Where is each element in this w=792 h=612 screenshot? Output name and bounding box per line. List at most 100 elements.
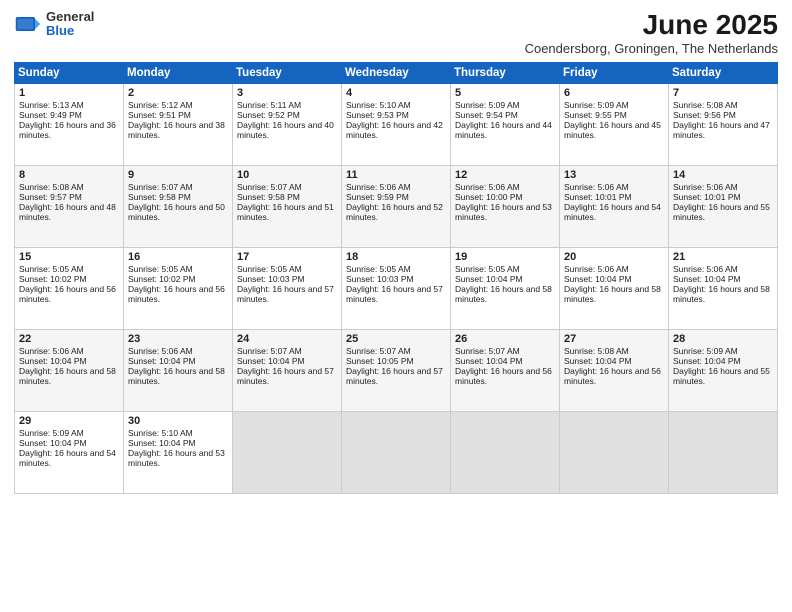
sunrise-text: Sunrise: 5:08 AM [673,100,738,110]
day-number: 23 [128,333,228,345]
day-number: 22 [19,333,119,345]
daylight-text: Daylight: 16 hours and 47 minutes. [673,120,770,140]
header: General Blue June 2025 Coendersborg, Gro… [14,10,778,56]
day-number: 10 [237,169,337,181]
sunrise-text: Sunrise: 5:05 AM [237,264,302,274]
daylight-text: Daylight: 16 hours and 42 minutes. [346,120,443,140]
sunrise-text: Sunrise: 5:09 AM [455,100,520,110]
daylight-text: Daylight: 16 hours and 56 minutes. [19,284,116,304]
day-number: 11 [346,169,446,181]
sunrise-text: Sunrise: 5:07 AM [237,346,302,356]
weekday-header-thursday: Thursday [451,62,560,83]
calendar-cell: 22Sunrise: 5:06 AMSunset: 10:04 PMDaylig… [15,329,124,411]
sunrise-text: Sunrise: 5:09 AM [19,428,84,438]
calendar-week-2: 8Sunrise: 5:08 AMSunset: 9:57 PMDaylight… [15,165,778,247]
calendar-cell: 23Sunrise: 5:06 AMSunset: 10:04 PMDaylig… [124,329,233,411]
sunset-text: Sunset: 9:55 PM [564,110,627,120]
sunset-text: Sunset: 10:02 PM [19,274,87,284]
calendar-cell: 1Sunrise: 5:13 AMSunset: 9:49 PMDaylight… [15,83,124,165]
calendar-cell: 10Sunrise: 5:07 AMSunset: 9:58 PMDayligh… [233,165,342,247]
sunrise-text: Sunrise: 5:06 AM [455,182,520,192]
daylight-text: Daylight: 16 hours and 38 minutes. [128,120,225,140]
day-number: 17 [237,251,337,263]
sunset-text: Sunset: 10:02 PM [128,274,196,284]
calendar-cell: 30Sunrise: 5:10 AMSunset: 10:04 PMDaylig… [124,411,233,493]
day-number: 7 [673,87,773,99]
daylight-text: Daylight: 16 hours and 58 minutes. [673,284,770,304]
daylight-text: Daylight: 16 hours and 58 minutes. [455,284,552,304]
sunrise-text: Sunrise: 5:07 AM [455,346,520,356]
logo: General Blue [14,10,94,39]
day-number: 21 [673,251,773,263]
sunset-text: Sunset: 9:56 PM [673,110,736,120]
sunset-text: Sunset: 10:04 PM [564,356,632,366]
daylight-text: Daylight: 16 hours and 54 minutes. [19,448,116,468]
day-number: 1 [19,87,119,99]
daylight-text: Daylight: 16 hours and 55 minutes. [673,366,770,386]
daylight-text: Daylight: 16 hours and 36 minutes. [19,120,116,140]
day-number: 6 [564,87,664,99]
sunset-text: Sunset: 9:58 PM [237,192,300,202]
sunrise-text: Sunrise: 5:12 AM [128,100,193,110]
sunset-text: Sunset: 10:01 PM [673,192,741,202]
title-block: June 2025 Coendersborg, Groningen, The N… [525,10,778,56]
calendar-table: SundayMondayTuesdayWednesdayThursdayFrid… [14,62,778,494]
calendar-week-4: 22Sunrise: 5:06 AMSunset: 10:04 PMDaylig… [15,329,778,411]
sunset-text: Sunset: 10:04 PM [128,438,196,448]
calendar-cell: 14Sunrise: 5:06 AMSunset: 10:01 PMDaylig… [669,165,778,247]
logo-general: General [46,10,94,24]
sunrise-text: Sunrise: 5:06 AM [673,264,738,274]
sunset-text: Sunset: 9:49 PM [19,110,82,120]
sunrise-text: Sunrise: 5:10 AM [128,428,193,438]
sunrise-text: Sunrise: 5:05 AM [346,264,411,274]
calendar-cell: 24Sunrise: 5:07 AMSunset: 10:04 PMDaylig… [233,329,342,411]
calendar-cell [560,411,669,493]
daylight-text: Daylight: 16 hours and 55 minutes. [673,202,770,222]
daylight-text: Daylight: 16 hours and 40 minutes. [237,120,334,140]
calendar-cell: 4Sunrise: 5:10 AMSunset: 9:53 PMDaylight… [342,83,451,165]
sunrise-text: Sunrise: 5:08 AM [564,346,629,356]
weekday-header-saturday: Saturday [669,62,778,83]
sunset-text: Sunset: 10:04 PM [19,438,87,448]
sunrise-text: Sunrise: 5:06 AM [564,182,629,192]
weekday-header-friday: Friday [560,62,669,83]
weekday-header-monday: Monday [124,62,233,83]
daylight-text: Daylight: 16 hours and 50 minutes. [128,202,225,222]
calendar-cell: 17Sunrise: 5:05 AMSunset: 10:03 PMDaylig… [233,247,342,329]
calendar-cell [342,411,451,493]
location-subtitle: Coendersborg, Groningen, The Netherlands [525,41,778,56]
daylight-text: Daylight: 16 hours and 57 minutes. [237,366,334,386]
sunrise-text: Sunrise: 5:06 AM [564,264,629,274]
daylight-text: Daylight: 16 hours and 58 minutes. [564,284,661,304]
calendar-cell: 27Sunrise: 5:08 AMSunset: 10:04 PMDaylig… [560,329,669,411]
daylight-text: Daylight: 16 hours and 54 minutes. [564,202,661,222]
day-number: 16 [128,251,228,263]
sunset-text: Sunset: 10:04 PM [673,274,741,284]
calendar-week-3: 15Sunrise: 5:05 AMSunset: 10:02 PMDaylig… [15,247,778,329]
sunset-text: Sunset: 10:01 PM [564,192,632,202]
calendar-cell: 7Sunrise: 5:08 AMSunset: 9:56 PMDaylight… [669,83,778,165]
calendar-cell: 20Sunrise: 5:06 AMSunset: 10:04 PMDaylig… [560,247,669,329]
sunset-text: Sunset: 9:59 PM [346,192,409,202]
sunrise-text: Sunrise: 5:08 AM [19,182,84,192]
daylight-text: Daylight: 16 hours and 51 minutes. [237,202,334,222]
day-number: 20 [564,251,664,263]
sunset-text: Sunset: 10:04 PM [455,274,523,284]
sunrise-text: Sunrise: 5:07 AM [346,346,411,356]
sunset-text: Sunset: 10:03 PM [237,274,305,284]
daylight-text: Daylight: 16 hours and 57 minutes. [346,366,443,386]
logo-blue: Blue [46,24,94,38]
sunset-text: Sunset: 9:52 PM [237,110,300,120]
day-number: 2 [128,87,228,99]
weekday-header-row: SundayMondayTuesdayWednesdayThursdayFrid… [15,62,778,83]
calendar-cell: 5Sunrise: 5:09 AMSunset: 9:54 PMDaylight… [451,83,560,165]
sunrise-text: Sunrise: 5:10 AM [346,100,411,110]
weekday-header-sunday: Sunday [15,62,124,83]
day-number: 19 [455,251,555,263]
calendar-cell: 19Sunrise: 5:05 AMSunset: 10:04 PMDaylig… [451,247,560,329]
daylight-text: Daylight: 16 hours and 53 minutes. [128,448,225,468]
sunrise-text: Sunrise: 5:06 AM [346,182,411,192]
calendar-cell: 26Sunrise: 5:07 AMSunset: 10:04 PMDaylig… [451,329,560,411]
sunset-text: Sunset: 10:04 PM [19,356,87,366]
sunrise-text: Sunrise: 5:09 AM [564,100,629,110]
